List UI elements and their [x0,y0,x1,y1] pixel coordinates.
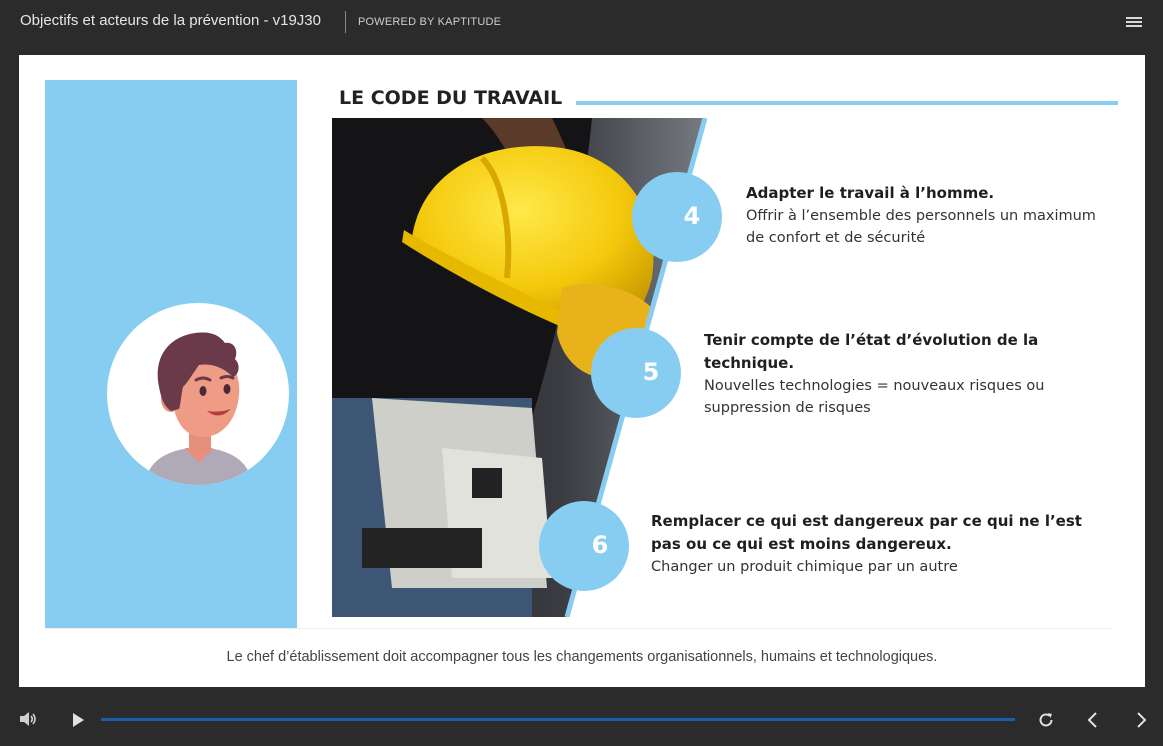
step-5-description: Nouvelles technologies = nouveaux risque… [704,378,1045,416]
step-5-number: 5 [642,358,660,386]
footer-divider [45,628,1111,629]
step-4-title: Adapter le travail à l’homme. [746,184,995,202]
step-4-number: 4 [683,202,701,230]
step-6-number: 6 [591,531,609,559]
volume-icon[interactable] [18,710,38,728]
hamburger-menu-icon[interactable] [1124,14,1144,30]
step-6-description: Changer un produit chimique par un autre [651,559,958,575]
course-title: Objectifs et acteurs de la prévention - … [20,12,321,29]
top-bar: Objectifs et acteurs de la prévention - … [0,0,1163,45]
step-6-title: Remplacer ce qui est dangereux par ce qu… [651,512,1082,553]
play-icon[interactable] [71,712,85,728]
next-icon[interactable] [1133,711,1149,729]
powered-by-label: POWERED BY KAPTITUDE [358,16,502,28]
previous-icon[interactable] [1085,711,1101,729]
step-4-description: Offrir à l’ensemble des personnels un ma… [746,208,1096,246]
slide-canvas: LE CODE DU TRAVAIL 4 Adapter le travail … [19,55,1145,687]
step-5-title: Tenir compte de l’état d’évolution de la… [704,331,1039,372]
footer-text: Le chef d’établissement doit accompagner… [226,649,938,665]
progress-bar[interactable] [101,718,1015,721]
player-controls [0,696,1163,746]
replay-icon[interactable] [1037,711,1055,729]
title-separator [345,11,346,33]
